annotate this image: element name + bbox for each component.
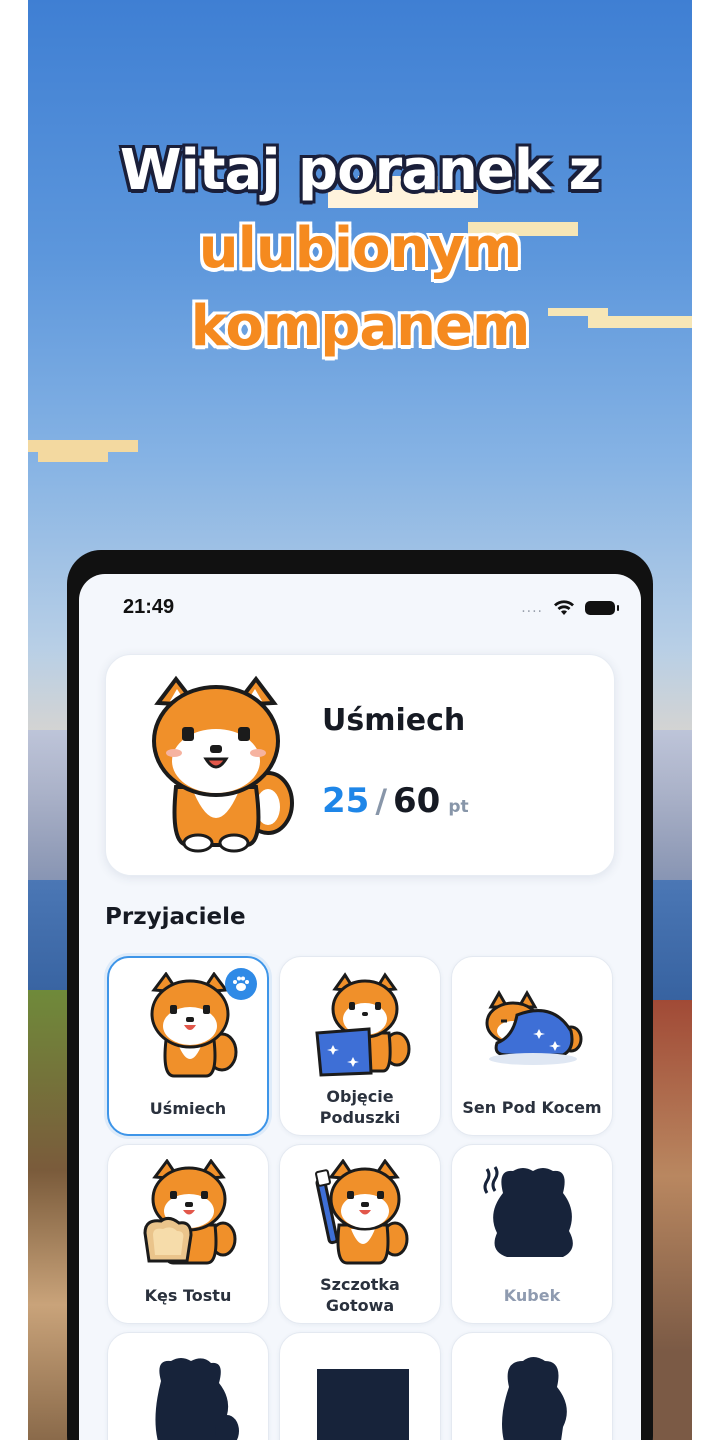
friend-tile-locked[interactable] [279, 1332, 441, 1440]
shiba-toast-illustration [143, 1159, 237, 1265]
friend-tile-locked[interactable] [107, 1332, 269, 1440]
friend-tile-objecie-poduszki[interactable]: Objęcie Poduszki [279, 956, 441, 1136]
headline-line-3: kompanem [190, 294, 531, 359]
friend-label: Sen Pod Kocem [462, 1097, 602, 1117]
shiba-pillow-illustration [315, 972, 411, 1077]
friend-label: Objęcie Poduszki [319, 1087, 401, 1127]
friend-label: Uśmiech [149, 1098, 227, 1118]
shiba-smile-illustration [152, 675, 294, 853]
points-display: 25 / 60 pt [322, 781, 469, 821]
current-pet-card[interactable]: Uśmiech 25 / 60 pt [105, 654, 615, 876]
status-bar: 21:49 .... [79, 596, 641, 626]
current-pet-name: Uśmiech [322, 703, 466, 738]
friend-tile-usmiech[interactable]: Uśmiech [107, 956, 269, 1136]
paw-icon [225, 968, 257, 1000]
battery-icon [585, 601, 619, 615]
shiba-toothbrush-illustration [315, 1159, 409, 1265]
headline-line-1: Witaj poranek z [119, 138, 601, 203]
friend-tile-szczotka-gotowa[interactable]: Szczotka Gotowa [279, 1144, 441, 1324]
friend-label: Kęs Tostu [144, 1285, 232, 1305]
points-unit: pt [448, 797, 469, 817]
points-separator: / [375, 782, 388, 820]
locked-pet-silhouette [502, 1357, 567, 1440]
friend-label: Kubek [503, 1285, 561, 1305]
locked-pet-silhouette [155, 1358, 239, 1440]
promo-headline: Witaj poranek z ulubionym kompanem [28, 132, 692, 366]
friend-tile-kes-tostu[interactable]: Kęs Tostu [107, 1144, 269, 1324]
app-screen: 21:49 .... Uśmiech 25 / 60 pt Przyjaciel… [79, 574, 641, 1440]
friend-label: Szczotka Gotowa [320, 1275, 400, 1315]
points-current: 25 [322, 781, 370, 821]
locked-pet-silhouette [483, 1166, 573, 1257]
shiba-blanket-illustration [485, 989, 583, 1065]
friend-tile-sen-pod-kocem[interactable]: Sen Pod Kocem [451, 956, 613, 1136]
friends-section-title: Przyjaciele [105, 904, 246, 930]
status-icons: .... [521, 600, 619, 616]
status-time: 21:49 [123, 596, 175, 618]
points-total: 60 [393, 781, 441, 821]
friend-tile-kubek[interactable]: Kubek [451, 1144, 613, 1324]
friend-tile-locked[interactable] [451, 1332, 613, 1440]
locked-pet-silhouette [317, 1369, 409, 1440]
phone-frame: 21:49 .... Uśmiech 25 / 60 pt Przyjaciel… [67, 550, 653, 1440]
wifi-icon [554, 600, 574, 615]
headline-line-2: ulubionym [198, 216, 522, 281]
signal-dots: .... [521, 600, 543, 616]
